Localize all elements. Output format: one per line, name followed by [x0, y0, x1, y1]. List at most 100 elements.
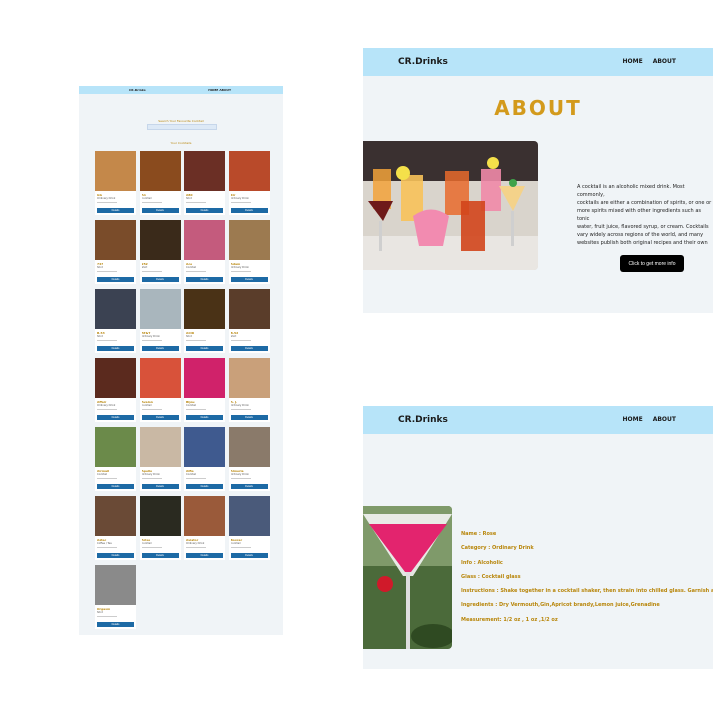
cocktail-thumbnail: [228, 496, 270, 536]
cocktail-thumbnail: [139, 289, 181, 329]
card-divider: [141, 271, 162, 272]
card-divider: [230, 340, 251, 341]
card-category: Cocktail: [141, 542, 152, 545]
nav-about-link[interactable]: ABOUT: [653, 416, 676, 423]
details-button[interactable]: Details: [141, 415, 179, 420]
details-button[interactable]: Details: [186, 277, 223, 282]
about-description: A cocktail is an alcoholic mixed drink. …: [577, 184, 712, 246]
cocktail-thumbnail: [228, 220, 270, 260]
catalog-brand[interactable]: CR.Drinks: [129, 88, 146, 92]
cocktail-thumbnail: [228, 358, 270, 398]
card-category: Shot: [97, 335, 103, 338]
nav-home-link[interactable]: HOME: [623, 58, 643, 65]
details-button[interactable]: Details: [230, 415, 268, 420]
cocktail-thumbnail: [95, 496, 136, 536]
search-label: Search Your Favourite Cocktail: [158, 119, 204, 123]
details-button[interactable]: Details: [97, 346, 134, 351]
catalog-navbar: CR.Drinks HOME ABOUT: [79, 86, 283, 94]
cocktail-thumbnail: [184, 427, 225, 467]
catalog-nav-links[interactable]: HOME ABOUT: [208, 88, 231, 92]
nav-about-link[interactable]: ABOUT: [653, 58, 676, 65]
cocktail-card: Aviator Ordinary Drink Details: [184, 496, 225, 560]
cocktail-card: AT&T Ordinary Drink Details: [139, 289, 181, 353]
details-button[interactable]: Details: [186, 208, 223, 213]
card-category: Shot: [97, 266, 103, 269]
details-button[interactable]: Details: [230, 208, 268, 213]
card-divider: [186, 340, 206, 341]
search-input[interactable]: [147, 124, 217, 130]
cocktail-thumbnail: [228, 427, 270, 467]
card-divider: [230, 478, 251, 479]
details-button[interactable]: Details: [97, 208, 134, 213]
brand-logo[interactable]: CR.Drinks: [398, 415, 448, 425]
cocktail-card: Kir Ordinary Drink Details: [228, 151, 270, 215]
cocktail-grid: GG Ordinary Drink Details A1 Cocktail Details…: [95, 151, 270, 629]
details-button[interactable]: Details: [97, 277, 134, 282]
details-button[interactable]: Details: [141, 553, 179, 558]
card-category: Cocktail: [97, 473, 107, 476]
cocktail-ingredients: Ingredients : Dry Vermouth,Gin,Apricot b…: [461, 602, 660, 609]
cocktail-card: Ace Cocktail Details: [184, 220, 225, 284]
brand-logo[interactable]: CR.Drinks: [398, 57, 448, 67]
details-button[interactable]: Details: [186, 415, 223, 420]
cocktail-thumbnail: [184, 496, 225, 536]
cocktail-thumbnail: [95, 358, 136, 398]
details-button[interactable]: Details: [141, 208, 179, 213]
details-button[interactable]: Details: [186, 484, 223, 489]
details-button[interactable]: Details: [230, 484, 268, 489]
details-button[interactable]: Details: [141, 346, 179, 351]
card-divider: [97, 478, 117, 479]
cocktails-heading: Your Cocktails: [170, 141, 192, 145]
cocktail-card: Affair Ordinary Drink Details: [95, 358, 136, 422]
card-category: Cocktail: [141, 197, 152, 200]
cocktail-card: Boxcar Cocktail Details: [228, 496, 270, 560]
card-category: Ordinary Drink: [186, 542, 205, 545]
cocktail-measurement: Measurement: 1/2 oz , 1 oz ,1/2 oz: [461, 616, 558, 623]
cocktail-card: GG Ordinary Drink Details: [95, 151, 136, 215]
detail-page: CR.Drinks HOME ABOUT Name : Rose Categor…: [363, 406, 713, 669]
card-divider: [230, 547, 251, 548]
cocktail-card: 252 Shot Details: [139, 220, 181, 284]
card-divider: [186, 547, 206, 548]
card-divider: [141, 409, 162, 410]
cocktail-thumbnail: [139, 496, 181, 536]
nav-menu: HOME ABOUT: [623, 416, 677, 423]
details-button[interactable]: Details: [230, 553, 268, 558]
card-divider: [230, 271, 251, 272]
details-button[interactable]: Details: [230, 277, 268, 282]
card-divider: [186, 409, 206, 410]
nav-home-link[interactable]: HOME: [623, 416, 643, 423]
more-info-button[interactable]: Click to get more info: [620, 255, 684, 272]
navbar: CR.Drinks HOME ABOUT: [363, 406, 713, 434]
details-button[interactable]: Details: [230, 346, 268, 351]
cocktails-hero-image: [363, 141, 538, 270]
details-button[interactable]: Details: [97, 415, 134, 420]
card-divider: [97, 340, 117, 341]
card-divider: [186, 271, 206, 272]
cocktail-info: Info : Alcoholic: [461, 559, 503, 566]
cocktail-thumbnail: [95, 565, 136, 605]
cocktail-instructions: Instructions : Shake together in a cockt…: [461, 588, 713, 595]
details-button[interactable]: Details: [97, 484, 134, 489]
details-button[interactable]: Details: [141, 484, 179, 489]
cocktail-thumbnail: [228, 151, 270, 191]
card-divider: [97, 616, 117, 617]
card-divider: [230, 202, 251, 203]
card-category: Ordinary Drink: [97, 197, 116, 200]
card-category: Coffee / Tea: [97, 542, 112, 545]
cocktail-card: Airmail Cocktail Details: [95, 427, 136, 491]
details-button[interactable]: Details: [186, 553, 223, 558]
about-page: CR.Drinks HOME ABOUT ABOUT A cocktail is…: [363, 48, 713, 313]
details-button[interactable]: Details: [141, 277, 179, 282]
cocktail-glass: Glass : Cocktail glass: [461, 573, 521, 580]
details-button[interactable]: Details: [97, 622, 134, 627]
cocktail-card: ACID Shot Details: [184, 289, 225, 353]
cocktail-photo: [363, 506, 452, 649]
card-category: Shot: [186, 335, 192, 338]
details-button[interactable]: Details: [97, 553, 134, 558]
card-category: Ordinary Drink: [230, 197, 249, 200]
cocktail-thumbnail: [139, 358, 181, 398]
details-button[interactable]: Details: [186, 346, 223, 351]
cocktail-card: B-52 Shot Details: [228, 289, 270, 353]
rose-cocktail-illustration: [363, 506, 452, 649]
